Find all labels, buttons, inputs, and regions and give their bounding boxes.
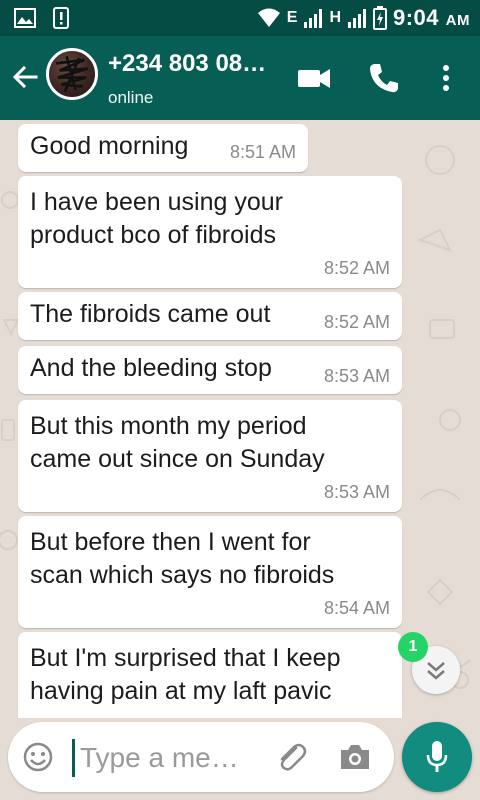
paperclip-icon[interactable] [274, 740, 308, 774]
text-cursor [72, 739, 75, 777]
signal-bars-icon [304, 9, 323, 28]
message-text: Good morning [30, 132, 189, 160]
chat-header: +234 803 08… online [0, 36, 480, 120]
video-camera-icon[interactable] [296, 60, 332, 96]
message-text: But I'm surprised that I keep having pai… [30, 644, 341, 705]
network-e-label: E [286, 9, 298, 26]
battery-charging-icon [373, 6, 387, 30]
message-input[interactable] [78, 734, 272, 782]
message-time: 8:53 AM [323, 366, 390, 386]
smiley-icon[interactable] [22, 741, 54, 773]
contact-status: online [108, 88, 154, 107]
network-h-label: H [329, 9, 341, 26]
message-time: 8:52 AM [323, 312, 390, 332]
arrow-left-icon[interactable] [10, 62, 40, 92]
message-bubble[interactable]: The fibroids came out 8:52 AM [18, 292, 402, 340]
camera-icon[interactable] [338, 742, 372, 772]
phone-icon[interactable] [366, 60, 402, 96]
message-text: The fibroids came out [30, 300, 271, 328]
message-bubble[interactable]: I have been using your product bco of fi… [18, 176, 402, 288]
message-bubble[interactable]: But before then I went for scan which sa… [18, 516, 402, 628]
message-list[interactable]: Good morning 8:51 AM I have been using y… [0, 120, 480, 718]
signal-bars-icon [348, 9, 366, 28]
unread-count-badge: 1 [398, 632, 428, 662]
redacted-scribble-icon [55, 55, 89, 93]
clock: 9:04 AM [393, 5, 470, 30]
gallery-notification-icon [14, 8, 36, 28]
more-vert-icon[interactable] [428, 60, 464, 96]
message-time: 8:54 AM [323, 598, 390, 618]
message-text: But this month my period came out since … [30, 412, 325, 473]
microphone-icon [426, 741, 448, 772]
contact-name[interactable]: +234 803 08… [108, 50, 266, 78]
microphone-button[interactable] [402, 722, 472, 792]
message-bubble[interactable]: But I'm surprised that I keep having pai… [18, 632, 402, 718]
wifi-icon [257, 8, 280, 27]
message-bubble[interactable]: But this month my period came out since … [18, 400, 402, 512]
message-text: I have been using your product bco of fi… [30, 188, 283, 249]
message-time: 8:52 AM [323, 258, 390, 278]
chevron-double-down-icon [427, 662, 445, 680]
message-composer [8, 722, 394, 792]
message-time: 8:53 AM [323, 482, 390, 502]
avatar[interactable] [46, 48, 98, 100]
message-bubble[interactable]: Good morning 8:51 AM [18, 124, 308, 172]
status-bar: E H 9:04 AM [0, 0, 480, 36]
message-time: 8:51 AM [229, 142, 296, 162]
message-text: And the bleeding stop [30, 354, 272, 382]
phone-alert-icon [53, 7, 69, 29]
message-text: But before then I went for scan which sa… [30, 528, 335, 589]
message-bubble[interactable]: And the bleeding stop 8:53 AM [18, 346, 402, 394]
